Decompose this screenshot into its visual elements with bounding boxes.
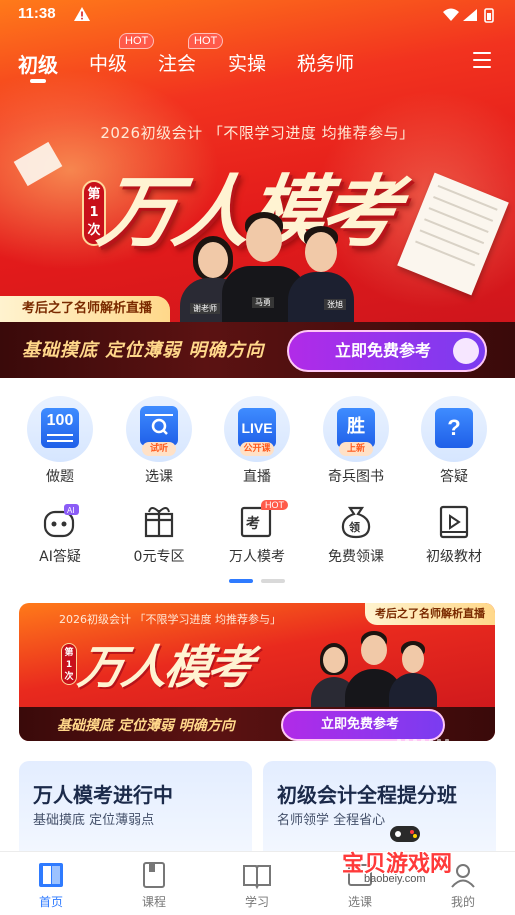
nav-home[interactable]: 首页 xyxy=(16,860,86,910)
study-book-icon xyxy=(242,860,272,890)
svg-text:考: 考 xyxy=(246,515,260,532)
grid-item-ai-qa[interactable]: AI AI答疑 xyxy=(12,504,108,566)
status-bar: 11:38 xyxy=(0,0,515,30)
nav-study[interactable]: 学习 xyxy=(222,860,292,910)
hand-pointer-icon xyxy=(453,338,479,364)
quick-entry-row-2: AI AI答疑 0元专区 考 HOT 万人模考 领 免费领课 初级教材 xyxy=(0,500,515,570)
tag-badge: 上新 xyxy=(339,442,373,456)
exam-icon: 考 HOT xyxy=(237,500,288,540)
cta-label: 立即免费参考 xyxy=(335,341,432,360)
grid-item-mock-exam[interactable]: 考 HOT 万人模考 xyxy=(209,500,305,566)
card-title: 万人模考进行中 xyxy=(33,783,173,807)
site-watermark: 宝贝游戏网 baobeiy.com xyxy=(322,820,487,890)
signal-icon xyxy=(463,9,477,21)
banner-free-join-button[interactable]: 立即免费参考 xyxy=(281,709,445,741)
gift-box-icon xyxy=(139,504,179,540)
teacher-photo xyxy=(389,641,437,707)
svg-text:领: 领 xyxy=(348,520,360,534)
video-book-icon xyxy=(434,504,474,540)
free-join-button[interactable]: 立即免费参考 xyxy=(287,330,487,372)
gamepad-icon xyxy=(390,826,420,842)
tab-cpa[interactable]: 注会 HOT xyxy=(158,33,224,76)
page-indicator xyxy=(229,579,289,585)
tab-label: 注会 xyxy=(158,53,197,75)
warning-icon xyxy=(74,7,90,21)
tab-label: 初级 xyxy=(18,53,58,77)
banner-badge: 第1次 xyxy=(61,643,77,685)
grid-item-books[interactable]: 胜 上新 奇兵图书 xyxy=(316,396,396,486)
tag-badge: 公开课 xyxy=(240,442,274,456)
hot-badge: HOT xyxy=(261,500,288,510)
search-course-icon: 试听 xyxy=(126,396,192,462)
grid-item-live[interactable]: LIVE 公开课 直播 xyxy=(217,396,297,486)
card-subtitle: 基础摸底 定位薄弱点 xyxy=(33,813,155,828)
grid-item-practice[interactable]: 100 做题 xyxy=(20,396,100,486)
app-screen: 11:38 初级 中级 HOT 注会 HOT 实操 税务师 2026初级会计 「… xyxy=(0,0,515,915)
grid-item-select-course[interactable]: 试听 选课 xyxy=(119,396,199,486)
system-status-icons xyxy=(443,8,494,23)
svg-text:AI: AI xyxy=(67,506,75,515)
banner-bottom-bar: 基础摸底 定位薄弱 明确方向 立即免费参考 xyxy=(19,707,495,741)
grid-item-free-course[interactable]: 领 免费领课 xyxy=(308,504,404,566)
cta-label: 立即免费参考 xyxy=(321,717,400,732)
tab-tax-agent[interactable]: 税务师 xyxy=(297,49,354,76)
banner-ribbon: 考后之了名师解析直播 xyxy=(365,603,495,625)
tab-label: 实操 xyxy=(228,53,267,75)
tab-practice[interactable]: 实操 xyxy=(228,49,266,76)
quick-entry-row-1: 100 做题 试听 选课 LIVE 公开课 直播 胜 上新 奇兵图书 ? 答疑 xyxy=(0,396,515,492)
100-paper-icon: 100 xyxy=(27,396,93,462)
live-tv-icon: LIVE 公开课 xyxy=(224,396,290,462)
category-tabs: 初级 中级 HOT 注会 HOT 实操 税务师 xyxy=(0,33,515,84)
hero-subtitle: 2026初级会计 「不限学习进度 均推荐参与」 xyxy=(100,124,415,142)
home-icon xyxy=(36,860,66,890)
card-mock-exam[interactable]: 万人模考进行中 基础摸底 定位薄弱点 xyxy=(19,761,252,861)
wifi-icon xyxy=(443,8,459,21)
hero-ribbon: 考后之了名师解析直播 xyxy=(0,296,171,322)
book-icon: 胜 上新 xyxy=(323,396,389,462)
grid-item-qa[interactable]: ? 答疑 xyxy=(414,396,494,486)
tab-label: 税务师 xyxy=(297,53,355,75)
watermark-url: baobeiy.com xyxy=(364,873,426,885)
banner-carousel-dots xyxy=(393,727,483,741)
hero-banner[interactable]: 11:38 初级 中级 HOT 注会 HOT 实操 税务师 2026初级会计 「… xyxy=(0,0,515,378)
menu-icon[interactable] xyxy=(473,52,493,70)
status-time: 11:38 xyxy=(18,5,56,22)
tab-primary[interactable]: 初级 xyxy=(18,49,58,83)
banner-slogan: 基础摸底 定位薄弱 明确方向 xyxy=(57,718,235,734)
hero-slogan: 基础摸底 定位薄弱 明确方向 xyxy=(22,340,265,361)
tab-active-indicator xyxy=(30,79,46,83)
grid-item-textbook[interactable]: 初级教材 xyxy=(406,504,502,566)
ai-robot-icon: AI xyxy=(40,504,80,540)
money-bag-icon: 领 xyxy=(336,504,376,540)
hot-badge: HOT xyxy=(119,33,155,49)
hero-bottom-bar: 基础摸底 定位薄弱 明确方向 立即免费参考 xyxy=(0,322,515,378)
teacher-photo: 张旭 xyxy=(288,226,354,322)
course-icon xyxy=(139,860,169,890)
tab-label: 中级 xyxy=(89,53,128,75)
banner-subtitle: 2026初级会计 「不限学习进度 均推荐参与」 xyxy=(59,613,281,626)
promo-banner[interactable]: 2026初级会计 「不限学习进度 均推荐参与」 考后之了名师解析直播 第1次 万… xyxy=(19,603,495,741)
nav-course[interactable]: 课程 xyxy=(119,860,189,910)
question-icon: ? xyxy=(421,396,487,462)
hot-badge: HOT xyxy=(188,33,224,49)
card-title: 初级会计全程提分班 xyxy=(277,783,457,807)
banner-title: 万人模考 xyxy=(74,640,255,694)
tag-badge: 试听 xyxy=(142,442,176,456)
grid-item-free-zone[interactable]: 0元专区 xyxy=(111,504,207,566)
tab-intermediate[interactable]: 中级 HOT xyxy=(89,33,155,76)
